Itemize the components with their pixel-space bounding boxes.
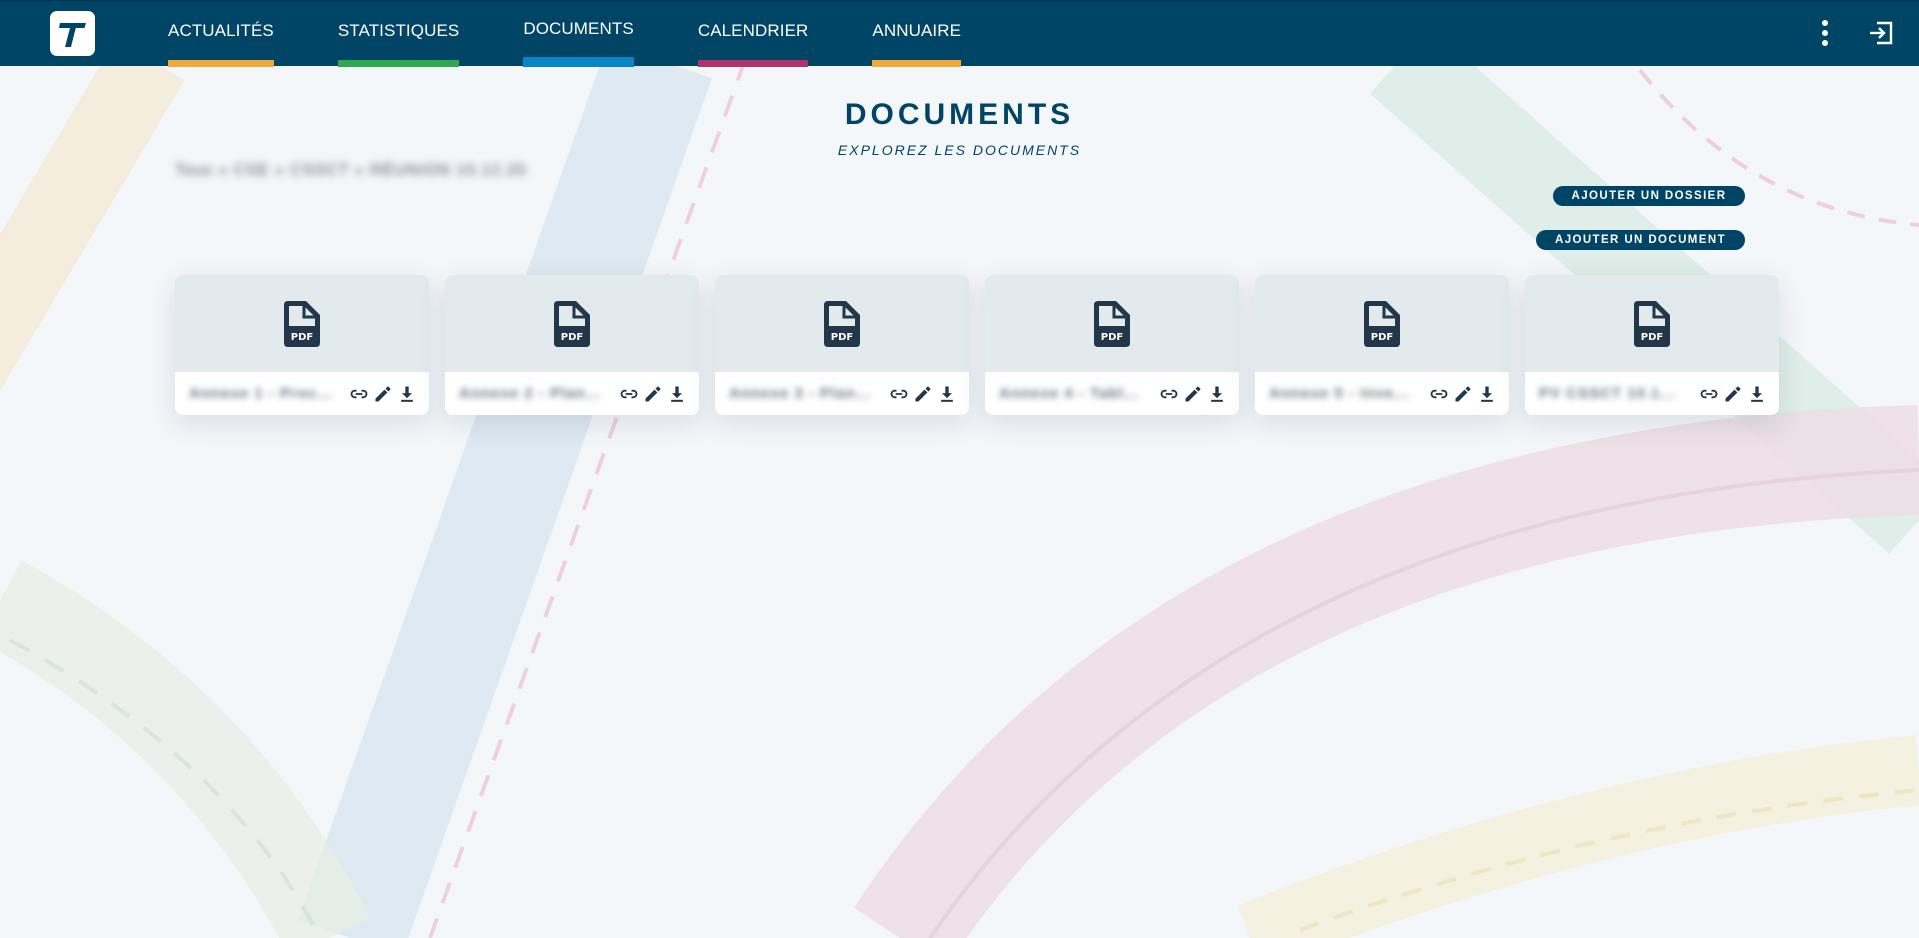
- link-icon[interactable]: [1697, 382, 1721, 406]
- nav-item-actualites[interactable]: ACTUALITÉS: [168, 1, 274, 67]
- link-icon[interactable]: [887, 382, 911, 406]
- document-preview[interactable]: PDF: [445, 275, 699, 372]
- document-preview[interactable]: PDF: [1255, 275, 1509, 372]
- page-subtitle: EXPLOREZ LES DOCUMENTS: [837, 142, 1082, 158]
- pdf-file-icon: PDF: [1634, 300, 1670, 347]
- link-icon[interactable]: [347, 382, 371, 406]
- logout-icon[interactable]: [1861, 13, 1901, 53]
- download-icon[interactable]: [1745, 382, 1769, 406]
- download-icon[interactable]: [935, 382, 959, 406]
- header-actions: [1805, 13, 1901, 53]
- nav-item-indicator: [337, 60, 460, 67]
- background-decoration: [0, 0, 1919, 938]
- nav-item-indicator: [168, 60, 274, 67]
- edit-pencil-icon[interactable]: [1721, 382, 1745, 406]
- main-nav: ACTUALITÉS STATISTIQUES DOCUMENTS CALEND…: [168, 1, 1025, 67]
- svg-text:PDF: PDF: [291, 332, 313, 343]
- document-footer: Annexe 4 - Tabl...: [985, 372, 1239, 415]
- document-actions: [617, 382, 689, 406]
- nav-item-label: ACTUALITÉS: [168, 21, 274, 40]
- svg-text:PDF: PDF: [561, 332, 583, 343]
- svg-text:PDF: PDF: [831, 332, 853, 343]
- download-icon[interactable]: [1205, 382, 1229, 406]
- nav-item-statistiques[interactable]: STATISTIQUES: [337, 1, 460, 67]
- nav-item-indicator: [523, 57, 634, 67]
- document-actions: [887, 382, 959, 406]
- document-name: Annexe 1 - Proc...: [189, 385, 333, 402]
- document-preview[interactable]: PDF: [1525, 275, 1779, 372]
- document-footer: Annexe 3 - Plan...: [715, 372, 969, 415]
- link-icon[interactable]: [1427, 382, 1451, 406]
- document-preview[interactable]: PDF: [985, 275, 1239, 372]
- document-card[interactable]: PDF Annexe 2 - Plan...: [445, 275, 699, 415]
- svg-text:PDF: PDF: [1371, 332, 1393, 343]
- nav-item-documents[interactable]: DOCUMENTS: [523, 1, 634, 67]
- document-actions: [1697, 382, 1769, 406]
- document-card[interactable]: PDF Annexe 4 - Tabl...: [985, 275, 1239, 415]
- document-actions: [1157, 382, 1229, 406]
- edit-pencil-icon[interactable]: [1181, 382, 1205, 406]
- document-preview[interactable]: PDF: [175, 275, 429, 372]
- document-name: Annexe 4 - Tabl...: [999, 385, 1140, 402]
- nav-item-label: DOCUMENTS: [523, 19, 634, 38]
- document-actions: [1427, 382, 1499, 406]
- nav-item-label: CALENDRIER: [697, 21, 809, 40]
- document-card[interactable]: PDF Annexe 3 - Plan...: [715, 275, 969, 415]
- more-vertical-icon[interactable]: [1805, 13, 1845, 53]
- pdf-file-icon: PDF: [284, 300, 320, 347]
- document-name: Annexe 5 - Inve...: [1269, 385, 1410, 402]
- document-preview[interactable]: PDF: [715, 275, 969, 372]
- nav-item-label: ANNUAIRE: [872, 21, 962, 40]
- download-icon[interactable]: [1475, 382, 1499, 406]
- nav-item-indicator: [697, 60, 809, 67]
- edit-pencil-icon[interactable]: [371, 382, 395, 406]
- document-name: Annexe 3 - Plan...: [729, 385, 872, 402]
- nav-item-calendrier[interactable]: CALENDRIER: [697, 1, 809, 67]
- svg-text:PDF: PDF: [1101, 332, 1123, 343]
- pdf-file-icon: PDF: [554, 300, 590, 347]
- add-document-button[interactable]: AJOUTER UN DOCUMENT: [1536, 230, 1745, 250]
- document-card[interactable]: PDF Annexe 1 - Proc...: [175, 275, 429, 415]
- link-icon[interactable]: [1157, 382, 1181, 406]
- document-card[interactable]: PDF PV CSSCT 10.1...: [1525, 275, 1779, 415]
- document-name: PV CSSCT 10.1...: [1539, 385, 1676, 402]
- pdf-file-icon: PDF: [1364, 300, 1400, 347]
- edit-pencil-icon[interactable]: [1451, 382, 1475, 406]
- edit-pencil-icon[interactable]: [911, 382, 935, 406]
- document-name: Annexe 2 - Plan...: [459, 385, 602, 402]
- link-icon[interactable]: [617, 382, 641, 406]
- document-footer: Annexe 5 - Inve...: [1255, 372, 1509, 415]
- document-grid: PDF Annexe 1 - Proc... PDF Annexe 2 - Pl…: [175, 275, 1779, 415]
- logo-t-icon: [58, 22, 86, 47]
- svg-text:PDF: PDF: [1641, 332, 1663, 343]
- document-footer: Annexe 2 - Plan...: [445, 372, 699, 415]
- add-folder-button[interactable]: AJOUTER UN DOSSIER: [1553, 186, 1745, 206]
- edit-pencil-icon[interactable]: [641, 382, 665, 406]
- download-icon[interactable]: [665, 382, 689, 406]
- nav-item-indicator: [872, 60, 962, 67]
- nav-item-annuaire[interactable]: ANNUAIRE: [872, 1, 962, 67]
- app-logo[interactable]: [50, 11, 95, 56]
- download-icon[interactable]: [395, 382, 419, 406]
- document-footer: PV CSSCT 10.1...: [1525, 372, 1779, 415]
- pdf-file-icon: PDF: [824, 300, 860, 347]
- nav-item-label: STATISTIQUES: [337, 21, 460, 40]
- page-title: DOCUMENTS: [844, 98, 1075, 131]
- document-footer: Annexe 1 - Proc...: [175, 372, 429, 415]
- breadcrumb[interactable]: Tous » CSE » CSSCT » RÉUNION 10.12.20: [175, 162, 527, 180]
- top-navigation-bar: ACTUALITÉS STATISTIQUES DOCUMENTS CALEND…: [0, 0, 1919, 67]
- pdf-file-icon: PDF: [1094, 300, 1130, 347]
- document-actions: [347, 382, 419, 406]
- document-card[interactable]: PDF Annexe 5 - Inve...: [1255, 275, 1509, 415]
